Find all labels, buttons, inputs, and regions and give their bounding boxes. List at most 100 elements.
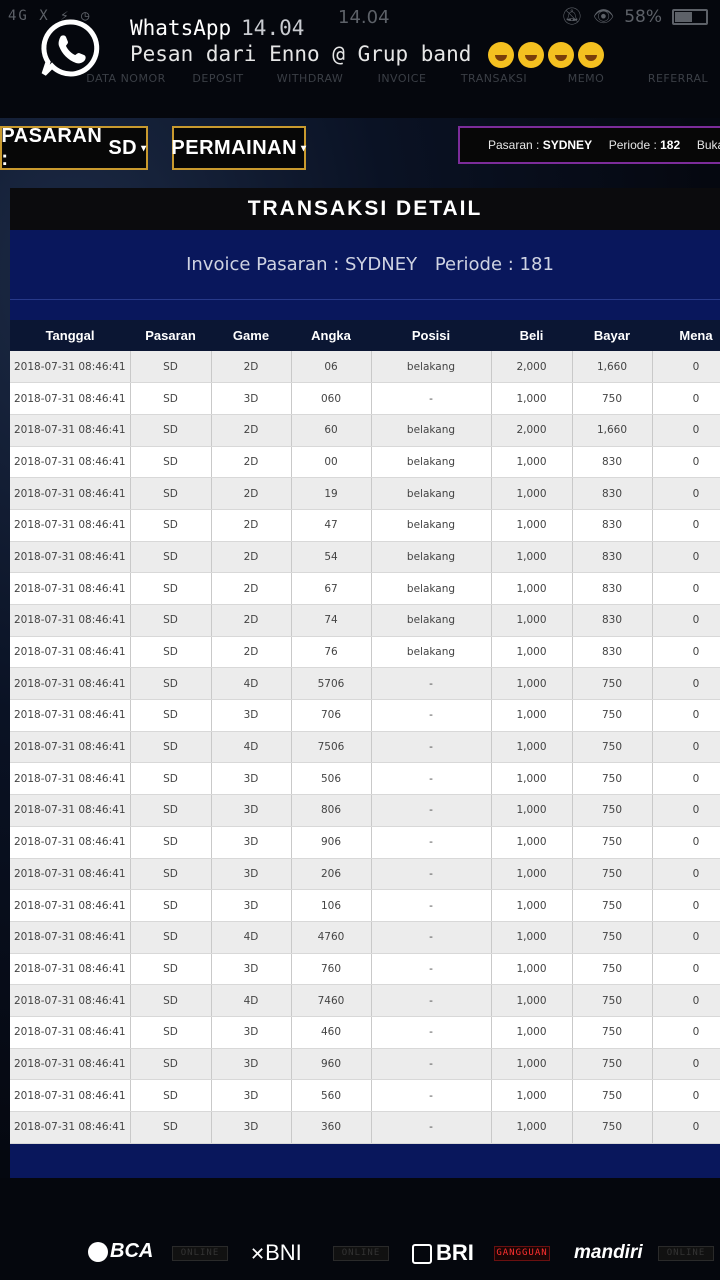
pasaran-select[interactable]: PASARAN : SD ▾ <box>0 125 148 170</box>
table-cell: SD <box>130 889 212 922</box>
table-cell: 2018-07-31 08:46:41 <box>10 414 131 447</box>
table-cell: - <box>371 858 492 891</box>
permainan-select[interactable]: PERMAINAN ▾ <box>171 126 307 170</box>
battery-icon <box>672 9 708 25</box>
table-cell: 2D <box>211 446 292 479</box>
bni-emblem-icon: ✕ <box>250 1244 266 1264</box>
table-cell: - <box>371 382 492 415</box>
table-cell: 750 <box>572 382 653 415</box>
bank-status-badge: GANGGUAN <box>494 1246 550 1261</box>
table-cell: 1,000 <box>491 762 573 796</box>
caret-down-icon: ▾ <box>301 142 307 154</box>
table-cell: 1,000 <box>491 1079 573 1112</box>
table-cell: 3D <box>211 762 292 796</box>
table-cell: - <box>371 984 492 1017</box>
table-cell: 47 <box>291 509 372 542</box>
table-cell: 2D <box>211 414 292 447</box>
table-cell: 3D <box>211 953 292 986</box>
table-cell: 1,000 <box>491 509 573 542</box>
table-cell: 760 <box>291 953 372 986</box>
ticker-periode: 182 <box>660 138 681 152</box>
table-cell: 1,000 <box>491 921 573 954</box>
table-cell: 1,000 <box>491 382 573 415</box>
table-row: 2018-07-31 08:46:41 SD 4D 4760-1,000 750 0 <box>10 921 720 954</box>
table-cell: 806 <box>291 794 372 827</box>
table-cell: 0 <box>652 1079 720 1112</box>
table-cell: 0 <box>652 921 720 954</box>
table-header: Tanggal Pasaran Game Angka Posisi Beli Bayar Me… <box>10 320 720 351</box>
bank-status-badge: ONLINE <box>658 1246 714 1261</box>
table-cell: 830 <box>572 477 653 510</box>
table-cell: SD <box>130 762 212 796</box>
table-cell: 1,000 <box>491 572 573 605</box>
table-cell: 1,000 <box>491 667 573 701</box>
table-cell: 060 <box>291 382 372 415</box>
whatsapp-icon <box>41 19 100 77</box>
table-cell: 0 <box>652 889 720 922</box>
table-cell: 1,000 <box>491 1048 573 1081</box>
table-cell: 3D <box>211 1079 292 1112</box>
table-cell: 830 <box>572 509 653 542</box>
table-cell: 3D <box>211 858 292 891</box>
mute-icon: 🔕︎ <box>561 7 583 27</box>
table-cell: 7460 <box>291 984 372 1017</box>
table-cell: 2018-07-31 08:46:41 <box>10 351 131 384</box>
table-cell: 750 <box>572 1111 653 1144</box>
table-cell: 4D <box>211 921 292 954</box>
table-cell: SD <box>130 477 212 510</box>
status-right: 🔕︎ 👁︎ 58% <box>561 7 708 27</box>
bank-name: mandiri <box>574 1242 643 1263</box>
table-cell: belakang <box>371 604 492 637</box>
whatsapp-notification[interactable]: WhatsApp 14.04 Pesan dari Enno @ Grup ban… <box>40 16 605 86</box>
table-row: 2018-07-31 08:46:41 SD 2D 54 belakang 1,000 83… <box>10 541 720 574</box>
table-cell: 0 <box>652 858 720 891</box>
notification-app: WhatsApp <box>130 16 232 40</box>
table-cell: SD <box>130 921 212 954</box>
table-cell: SD <box>130 826 212 859</box>
table-cell: 0 <box>652 414 720 447</box>
table-cell: 506 <box>291 762 372 796</box>
bri-emblem-icon <box>412 1244 432 1265</box>
table-cell: 2018-07-31 08:46:41 <box>10 1016 131 1049</box>
table-cell: 0 <box>652 731 720 764</box>
bca-emblem-icon <box>88 1241 108 1262</box>
topnav-item[interactable]: REFERRAL <box>632 72 720 85</box>
table-cell: SD <box>130 667 212 701</box>
table-row: 2018-07-31 08:46:41 SD 3D 760-1,000 750 0 <box>10 953 720 986</box>
table-cell: 906 <box>291 826 372 859</box>
periode-ticker: Pasaran : SYDNEY Periode : 182 Buka <box>458 126 720 164</box>
table-cell: 1,660 <box>572 414 653 447</box>
column-header: Beli <box>519 328 544 343</box>
table-row: 2018-07-31 08:46:41 SD 2D 19 belakang 1,000 83… <box>10 477 720 510</box>
table-cell: SD <box>130 446 212 479</box>
table-cell: 0 <box>652 604 720 637</box>
table-cell: 2018-07-31 08:46:41 <box>10 794 131 827</box>
table-cell: SD <box>130 858 212 891</box>
table-cell: 830 <box>572 446 653 479</box>
table-cell: 3D <box>211 1048 292 1081</box>
table-cell: SD <box>130 1111 212 1144</box>
ticker-pasaran-label: Pasaran : <box>488 138 540 152</box>
table-row: 2018-07-31 08:46:41 SD 3D 906-1,000 750 0 <box>10 826 720 859</box>
battery-percent: 58% <box>624 7 662 27</box>
table-cell: SD <box>130 604 212 637</box>
table-row: 2018-07-31 08:46:41 SD 2D 74 belakang 1,000 83… <box>10 604 720 637</box>
invoice-heading: Invoice Pasaran : SYDNEY Periode : 181 <box>10 240 720 300</box>
eye-icon: 👁︎ <box>592 7 615 27</box>
table-cell: 0 <box>652 826 720 859</box>
table-cell: 560 <box>291 1079 372 1112</box>
table-cell: SD <box>130 984 212 1017</box>
table-cell: 0 <box>652 762 720 796</box>
table-cell: SD <box>130 509 212 542</box>
table-cell: SD <box>130 351 212 384</box>
table-cell: - <box>371 1111 492 1144</box>
table-cell: 2018-07-31 08:46:41 <box>10 953 131 986</box>
table-cell: 2D <box>211 477 292 510</box>
table-cell: 2D <box>211 351 292 384</box>
laughing-emoji-icon <box>488 42 515 68</box>
table-cell: 00 <box>291 446 372 479</box>
table-cell: 2,000 <box>491 351 573 384</box>
table-cell: 76 <box>291 636 372 669</box>
table-cell: 2018-07-31 08:46:41 <box>10 1111 131 1144</box>
table-cell: - <box>371 1079 492 1112</box>
